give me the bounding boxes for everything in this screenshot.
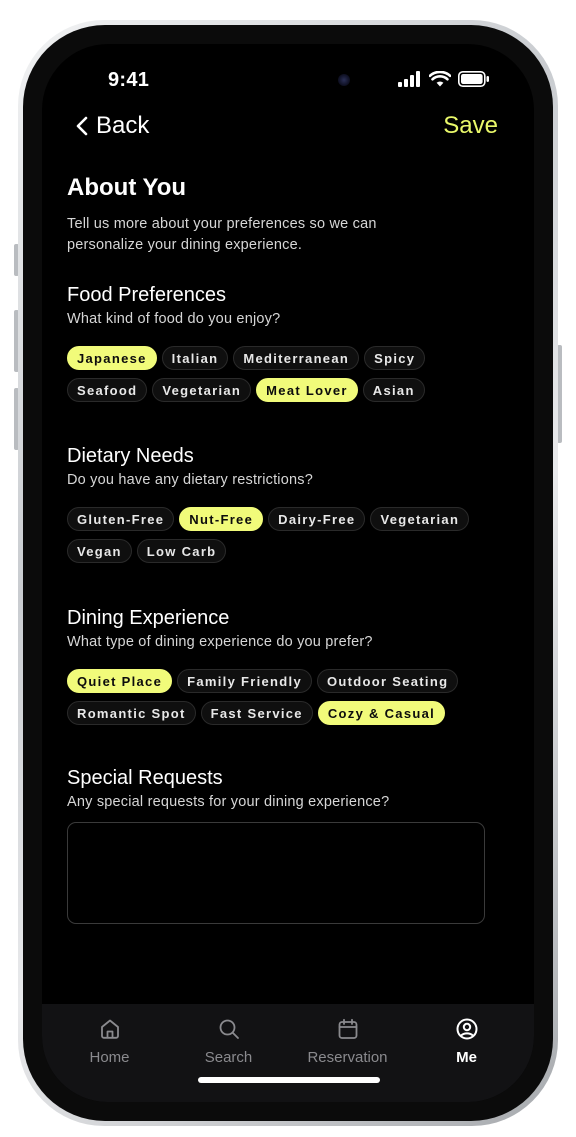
food-chip-meat-lover[interactable]: Meat Lover bbox=[256, 378, 358, 402]
status-time: 9:41 bbox=[108, 69, 150, 91]
dining-chip-family-friendly[interactable]: Family Friendly bbox=[177, 669, 312, 693]
tab-home[interactable]: Home bbox=[50, 1004, 169, 1102]
status-icons bbox=[398, 71, 490, 87]
page-title: About You bbox=[67, 174, 187, 201]
wifi-icon bbox=[429, 71, 451, 87]
dietary-chip-nut-free[interactable]: Nut-Free bbox=[179, 507, 264, 531]
dietary-chips: Gluten-Free Nut-Free Dairy-Free Vegetarian V… bbox=[67, 507, 507, 563]
tab-label: Reservation bbox=[307, 1049, 388, 1066]
food-chip-japanese[interactable]: Japanese bbox=[67, 346, 157, 370]
tab-label: Home bbox=[89, 1049, 130, 1066]
tab-bar: Home Search Reservation Me bbox=[42, 1004, 534, 1102]
dietary-needs-section: Dietary Needs Do you have any dietary re… bbox=[67, 445, 507, 563]
food-chip-asian[interactable]: Asian bbox=[362, 378, 425, 402]
food-preferences-section: Food Preferences What kind of food do yo… bbox=[67, 284, 507, 402]
back-label: Back bbox=[96, 112, 150, 139]
food-chips: Japanese Italian Mediterranean Spicy Seafood… bbox=[67, 346, 507, 402]
dietary-chip-vegetarian[interactable]: Vegetarian bbox=[370, 507, 470, 531]
section-title: Food Preferences bbox=[67, 284, 226, 306]
food-chip-seafood[interactable]: Seafood bbox=[67, 378, 148, 402]
special-requests-section: Special Requests Any special requests fo… bbox=[67, 767, 507, 929]
intro-section: About You Tell us more about your prefer… bbox=[67, 174, 507, 256]
user-circle-icon bbox=[456, 1018, 477, 1040]
dining-chip-romantic-spot[interactable]: Romantic Spot bbox=[67, 701, 196, 725]
dietary-chip-vegan[interactable]: Vegan bbox=[67, 539, 132, 563]
section-subtitle: Any special requests for your dining exp… bbox=[67, 794, 390, 810]
page-subtitle-line-2: personalize your dining experience. bbox=[67, 237, 303, 253]
home-icon bbox=[100, 1019, 119, 1039]
tab-search[interactable]: Search bbox=[169, 1004, 288, 1102]
special-requests-input[interactable] bbox=[67, 822, 485, 924]
section-title: Dining Experience bbox=[67, 607, 230, 629]
home-indicator bbox=[198, 1077, 380, 1083]
tab-reservation[interactable]: Reservation bbox=[288, 1004, 407, 1102]
signal-icon bbox=[398, 71, 420, 87]
dining-chip-quiet-place[interactable]: Quiet Place bbox=[67, 669, 173, 693]
dining-chips: Quiet Place Family Friendly Outdoor Seatin… bbox=[67, 669, 507, 725]
tab-label: Me bbox=[456, 1049, 477, 1066]
food-chip-italian[interactable]: Italian bbox=[161, 346, 229, 370]
section-title: Special Requests bbox=[67, 767, 223, 789]
camera-icon bbox=[338, 74, 350, 86]
food-chip-spicy[interactable]: Spicy bbox=[364, 346, 426, 370]
dining-experience-section: Dining Experience What type of dining ex… bbox=[67, 607, 507, 725]
chevron-left-icon bbox=[76, 116, 88, 136]
tab-label: Search bbox=[204, 1049, 253, 1066]
search-icon bbox=[219, 1019, 239, 1039]
back-button[interactable]: Back bbox=[76, 112, 149, 140]
tab-me[interactable]: Me bbox=[407, 1004, 526, 1102]
battery-icon bbox=[458, 71, 489, 87]
save-button[interactable]: Save bbox=[443, 112, 498, 140]
section-title: Dietary Needs bbox=[67, 445, 194, 467]
section-subtitle: What kind of food do you enjoy? bbox=[67, 311, 281, 327]
dining-chip-cozy-casual[interactable]: Cozy & Casual bbox=[317, 701, 446, 725]
dietary-chip-dairy-free[interactable]: Dairy-Free bbox=[268, 507, 366, 531]
section-subtitle: What type of dining experience do you pr… bbox=[67, 634, 373, 650]
page: 9:41 Back Save About You Tell us more ab… bbox=[0, 0, 576, 1137]
food-chip-mediterranean[interactable]: Mediterranean bbox=[233, 346, 360, 370]
screen: 9:41 Back Save About You Tell us more ab… bbox=[42, 44, 534, 1102]
food-chip-vegetarian[interactable]: Vegetarian bbox=[152, 378, 252, 402]
section-subtitle: Do you have any dietary restrictions? bbox=[67, 472, 313, 488]
page-subtitle-line-1: Tell us more about your preferences so w… bbox=[67, 216, 377, 232]
calendar-icon bbox=[338, 1018, 357, 1039]
dining-chip-outdoor-seating[interactable]: Outdoor Seating bbox=[316, 669, 459, 693]
dining-chip-fast-service[interactable]: Fast Service bbox=[200, 701, 313, 725]
dietary-chip-low-carb[interactable]: Low Carb bbox=[136, 539, 227, 563]
dietary-chip-gluten-free[interactable]: Gluten-Free bbox=[67, 507, 175, 531]
